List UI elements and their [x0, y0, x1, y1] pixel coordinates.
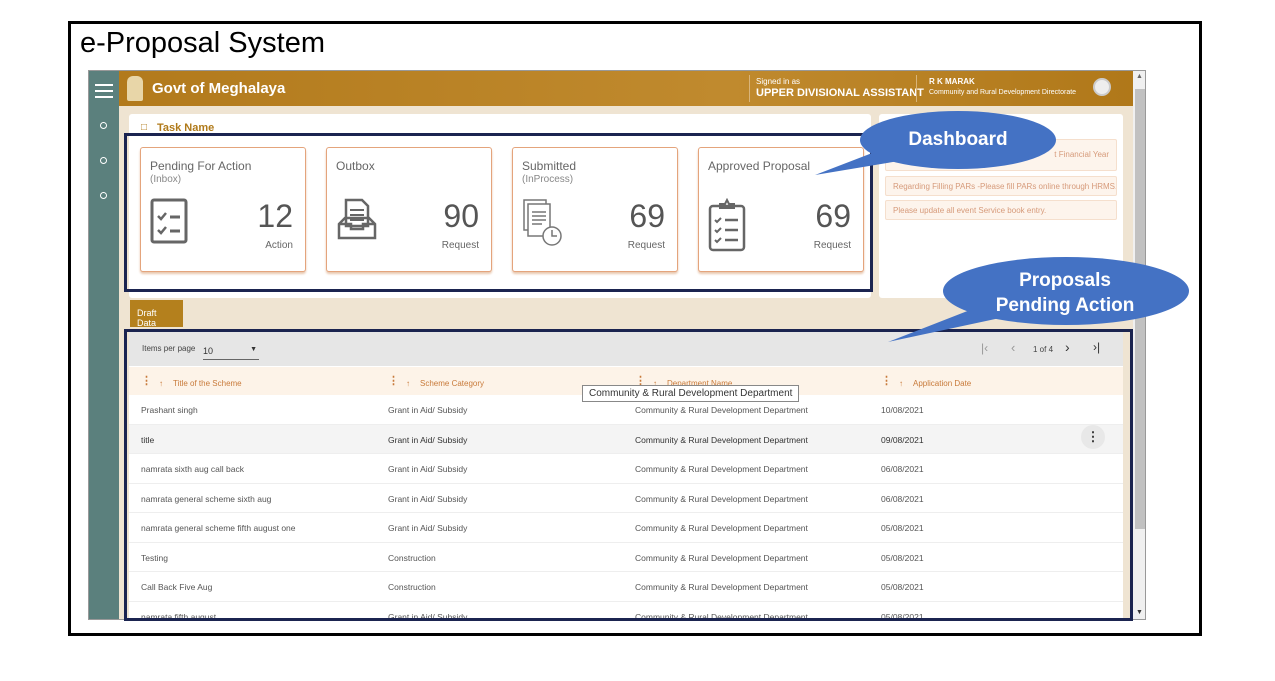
dashboard-callout-text: Dashboard: [908, 129, 1008, 150]
proposals-callout-text: Proposals Pending Action: [995, 270, 1135, 316]
callout-layer: [815, 111, 1189, 342]
